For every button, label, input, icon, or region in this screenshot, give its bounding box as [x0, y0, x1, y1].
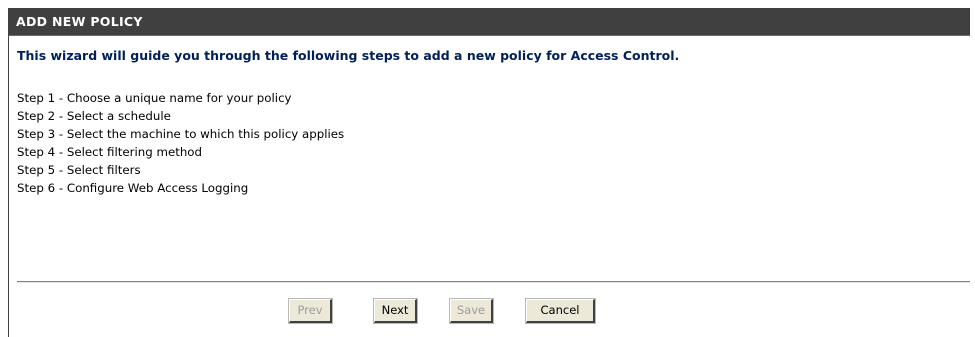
add-new-policy-panel: ADD NEW POLICY This wizard will guide yo…	[8, 8, 970, 337]
section-divider	[17, 281, 970, 283]
step-3: Step 3 - Select the machine to which thi…	[17, 127, 345, 141]
wizard-intro-text: This wizard will guide you through the f…	[17, 48, 680, 63]
cancel-button[interactable]: Cancel	[525, 298, 596, 324]
step-1: Step 1 - Choose a unique name for your p…	[17, 91, 292, 105]
save-button[interactable]: Save	[449, 298, 494, 324]
panel-header: ADD NEW POLICY	[9, 8, 970, 36]
step-5: Step 5 - Select filters	[17, 163, 141, 177]
step-6: Step 6 - Configure Web Access Logging	[17, 181, 249, 195]
step-4: Step 4 - Select filtering method	[17, 145, 203, 159]
step-2: Step 2 - Select a schedule	[17, 109, 171, 123]
panel-title: ADD NEW POLICY	[16, 14, 143, 29]
next-button[interactable]: Next	[373, 298, 418, 324]
wizard-steps-list: Step 1 - Choose a unique name for your p…	[17, 89, 344, 197]
prev-button[interactable]: Prev	[288, 298, 333, 324]
